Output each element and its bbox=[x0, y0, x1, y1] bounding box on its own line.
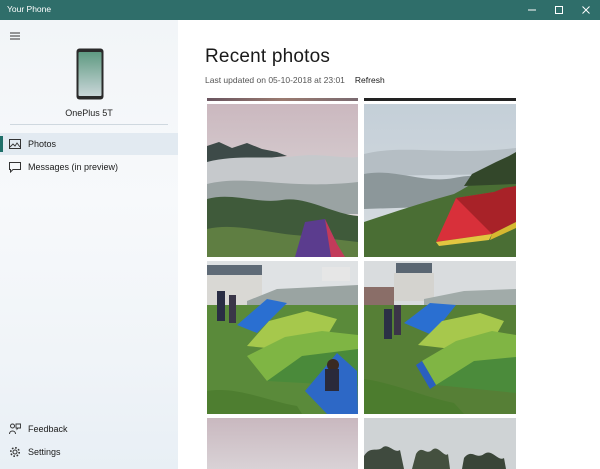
maximize-icon bbox=[554, 6, 563, 14]
photo-thumbnail-partial[interactable] bbox=[207, 98, 358, 101]
photo-thumbnail[interactable] bbox=[364, 261, 516, 414]
sidebar-item-photos[interactable]: Photos bbox=[0, 133, 178, 155]
photo-thumbnail[interactable] bbox=[364, 418, 516, 469]
scrollbar[interactable] bbox=[594, 20, 598, 469]
sidebar-item-settings[interactable]: Settings bbox=[0, 441, 178, 463]
main-content: Recent photos Last updated on 05-10-2018… bbox=[178, 20, 600, 469]
photo-thumbnail[interactable] bbox=[364, 104, 516, 257]
photo-thumbnail[interactable] bbox=[207, 261, 358, 414]
photo-image bbox=[207, 261, 358, 414]
sidebar-item-label: Messages (in preview) bbox=[28, 162, 119, 172]
sidebar-item-label: Photos bbox=[28, 139, 57, 149]
window-title: Your Phone bbox=[7, 4, 52, 14]
sidebar-item-label: Feedback bbox=[28, 424, 68, 434]
photo-image bbox=[207, 418, 358, 469]
sidebar-item-messages[interactable]: Messages (in preview) bbox=[0, 156, 178, 178]
feedback-icon bbox=[8, 422, 22, 436]
refresh-link[interactable]: Refresh bbox=[355, 75, 385, 85]
minimize-button[interactable] bbox=[518, 0, 545, 20]
sidebar: OnePlus 5T Photos Messages (in preview) … bbox=[0, 20, 178, 469]
sidebar-divider bbox=[10, 124, 168, 125]
photo-image bbox=[364, 104, 516, 257]
sidebar-item-feedback[interactable]: Feedback bbox=[0, 418, 178, 440]
photo-icon bbox=[8, 137, 22, 151]
hamburger-menu-button[interactable] bbox=[10, 28, 22, 40]
close-button[interactable] bbox=[572, 0, 599, 20]
photo-image bbox=[364, 418, 516, 469]
maximize-button[interactable] bbox=[545, 0, 572, 20]
sidebar-item-label: Settings bbox=[28, 447, 61, 457]
message-icon bbox=[8, 160, 22, 174]
photo-thumbnail-partial[interactable] bbox=[364, 98, 516, 101]
last-updated-row: Last updated on 05-10-2018 at 23:01 Refr… bbox=[205, 75, 385, 85]
photo-thumbnail[interactable] bbox=[207, 418, 358, 469]
title-bar: Your Phone bbox=[0, 0, 600, 20]
gear-icon bbox=[8, 445, 22, 459]
selection-indicator bbox=[0, 136, 3, 152]
last-updated-text: Last updated on 05-10-2018 at 23:01 bbox=[205, 75, 345, 85]
device-name: OnePlus 5T bbox=[65, 108, 113, 118]
minimize-icon bbox=[527, 9, 536, 11]
photo-thumbnail[interactable] bbox=[207, 104, 358, 257]
photo-image bbox=[207, 104, 358, 257]
page-title: Recent photos bbox=[205, 46, 331, 67]
close-icon bbox=[581, 6, 590, 14]
hamburger-icon bbox=[10, 32, 20, 40]
phone-device-icon bbox=[76, 48, 104, 100]
photo-image bbox=[364, 261, 516, 414]
